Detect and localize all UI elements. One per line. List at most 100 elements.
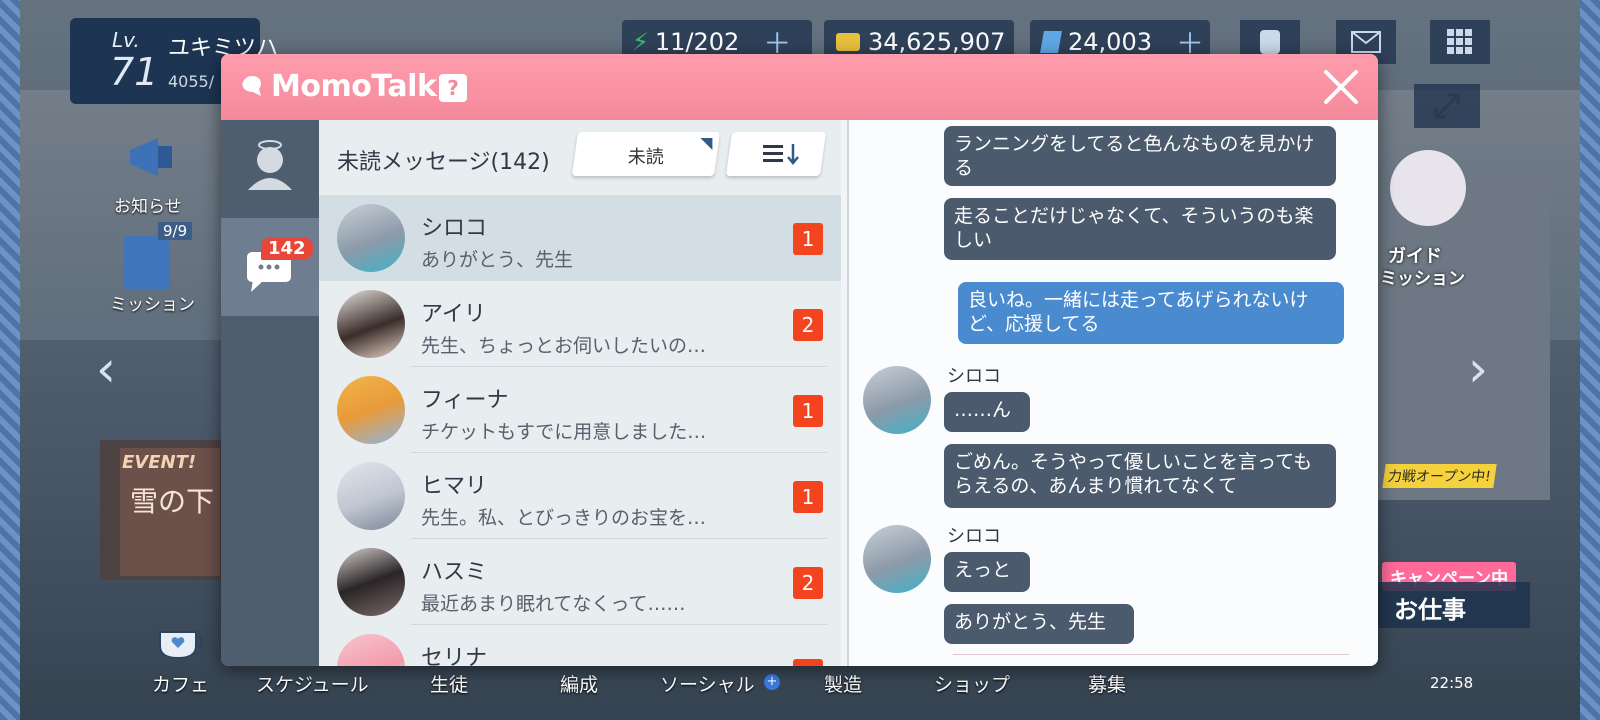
- menu-grid-icon[interactable]: [1430, 20, 1490, 64]
- avatar: [337, 290, 405, 358]
- unread-count-badge: 2: [793, 567, 823, 599]
- conversation-preview: 最近あまり眠れてなくって……: [421, 593, 686, 615]
- credit-value: 34,625,907: [868, 28, 1006, 56]
- conversation-name: シロコ: [421, 216, 488, 241]
- conversation-preview: ありがとう、先生: [421, 249, 574, 271]
- momotalk-window: MomoTalk ? 142 未読メッセージ(142) 未読 シロコ ありがとう…: [221, 54, 1378, 666]
- avatar: [337, 462, 405, 530]
- left-border: [0, 0, 20, 720]
- sensei-message: 良いね。一緒には走ってあげられないけど、応援してる: [958, 282, 1344, 344]
- momotalk-title: MomoTalk: [271, 69, 437, 104]
- chat-bubble-icon: [247, 252, 291, 292]
- pyroxene-icon: [1040, 31, 1062, 53]
- student-profile-icon: [248, 140, 292, 190]
- clock: 22:58: [1430, 674, 1474, 692]
- conversation-name: ハスミ: [421, 560, 488, 585]
- unread-count-badge: [793, 659, 823, 666]
- left-arrow-icon[interactable]: ‹: [96, 340, 116, 398]
- conversation-preview: 先生。私、とびっきりのお宝を…: [421, 507, 707, 529]
- avatar: [337, 204, 405, 272]
- nav-formation[interactable]: 編成: [560, 670, 598, 697]
- bottom-navigation: カフェ スケジュール 生徒 編成 ソーシャル + 製造 ショップ 募集: [20, 662, 1580, 720]
- conversation-list: シロコ ありがとう、先生 1 アイリ 先生、ちょっとお伺いしたいの… 2 フィー…: [319, 195, 841, 666]
- conversation-row[interactable]: アイリ 先生、ちょっとお伺いしたいの… 2: [319, 281, 841, 367]
- momotalk-logo-icon: [242, 76, 261, 96]
- student-avatar: [863, 366, 931, 434]
- lightning-icon: ⚡: [632, 28, 649, 56]
- unread-count-badge: 1: [793, 223, 823, 255]
- unread-count-badge: 1: [793, 395, 823, 427]
- event-label: EVENT!: [122, 452, 197, 473]
- level-prefix: Lv.: [112, 28, 140, 52]
- guide-mission-banner[interactable]: ガイド ミッション: [1380, 150, 1480, 290]
- conversation-row[interactable]: ヒマリ 先生。私、とびっきりのお宝を… 1: [319, 453, 841, 539]
- megaphone-icon[interactable]: [122, 132, 180, 182]
- student-message: 走ることだけじゃなくて、そういうのも楽しい: [944, 198, 1336, 260]
- event-title: 雪の下: [130, 485, 215, 518]
- sender-name: シロコ: [947, 526, 1001, 547]
- conversation-preview: 先生、ちょっとお伺いしたいの…: [421, 335, 707, 357]
- guide-mission-label: ミッション: [1380, 269, 1465, 289]
- sort-button[interactable]: [725, 132, 827, 176]
- conversation-list-panel: 未読メッセージ(142) 未読 シロコ ありがとう、先生 1 アイリ 先生、ちょ…: [319, 120, 841, 666]
- student-message: ランニングをしてると色んなものを見かける: [944, 126, 1336, 186]
- nav-recruit[interactable]: 募集: [1088, 670, 1126, 697]
- credit-icon: [836, 33, 860, 51]
- work-label: お仕事: [1394, 596, 1466, 624]
- close-icon[interactable]: [1322, 68, 1360, 106]
- conversation-preview: チケットもすでに用意しました…: [421, 421, 707, 443]
- nav-crafting[interactable]: 製造: [824, 670, 862, 697]
- conversation-row[interactable]: ハスミ 最近あまり眠れてなくって…… 2: [319, 539, 841, 625]
- list-title: 未読メッセージ(142): [337, 150, 550, 175]
- notice-label[interactable]: お知らせ: [114, 192, 182, 217]
- avatar: [337, 548, 405, 616]
- unread-count-badge: 2: [793, 309, 823, 341]
- open-label: 力戦オープン中!: [1382, 464, 1497, 488]
- unread-total-badge: 142: [261, 237, 313, 260]
- avatar: [337, 376, 405, 444]
- player-level: 71: [110, 50, 159, 94]
- right-border: [1580, 0, 1600, 720]
- tab-messages[interactable]: 142: [221, 218, 319, 316]
- avatar: [337, 634, 405, 666]
- conversation-name: アイリ: [421, 302, 486, 327]
- cafe-cup-icon[interactable]: [156, 618, 208, 662]
- nav-students[interactable]: 生徒: [430, 670, 468, 697]
- student-message: ……ん: [944, 392, 1030, 432]
- ap-value: 11/202: [654, 28, 740, 56]
- momotalk-tabs: 142: [221, 120, 319, 666]
- student-message: ごめん。そうやって優しいことを言ってもらえるの、あんまり慣れてなくて: [944, 444, 1336, 508]
- player-exp: 4055/: [168, 72, 215, 91]
- nav-social[interactable]: ソーシャル: [660, 670, 755, 697]
- dropdown-corner-icon: [700, 138, 713, 150]
- pyroxene-value: 24,003: [1068, 28, 1152, 56]
- mission-count: 9/9: [158, 222, 193, 240]
- event-banner[interactable]: EVENT! 雪の下: [120, 448, 220, 576]
- nav-cafe[interactable]: カフェ: [152, 670, 209, 697]
- chat-panel: ランニングをしてると色んなものを見かける 走ることだけじゃなくて、そういうのも楽…: [847, 120, 1378, 666]
- conversation-name: ヒマリ: [421, 474, 488, 499]
- work-button[interactable]: お仕事: [1360, 582, 1530, 628]
- expand-icon[interactable]: [1414, 84, 1480, 128]
- nav-schedule[interactable]: スケジュール: [256, 670, 369, 697]
- sort-icon: [763, 144, 799, 165]
- unread-count-badge: 1: [793, 481, 823, 513]
- nav-shop[interactable]: ショップ: [934, 670, 1010, 697]
- chat-divider: [953, 654, 1349, 655]
- tab-students[interactable]: [221, 120, 319, 218]
- filter-dropdown[interactable]: 未読: [571, 132, 721, 176]
- mission-clipboard-icon[interactable]: [124, 236, 170, 290]
- conversation-row[interactable]: シロコ ありがとう、先生 1: [319, 195, 841, 281]
- mission-label[interactable]: ミッション: [110, 290, 195, 315]
- help-button[interactable]: ?: [439, 74, 467, 102]
- conversation-row[interactable]: フィーナ チケットもすでに用意しました… 1: [319, 367, 841, 453]
- social-plus-icon: +: [764, 674, 780, 690]
- conversation-row[interactable]: セリナ: [319, 625, 841, 666]
- conversation-name: フィーナ: [421, 388, 509, 413]
- student-message: ありがとう、先生: [944, 604, 1134, 644]
- student-message: えっと: [944, 552, 1030, 592]
- sender-name: シロコ: [947, 366, 1001, 387]
- right-arrow-icon[interactable]: ›: [1468, 340, 1488, 398]
- student-avatar: [863, 525, 931, 593]
- conversation-name: セリナ: [421, 646, 488, 666]
